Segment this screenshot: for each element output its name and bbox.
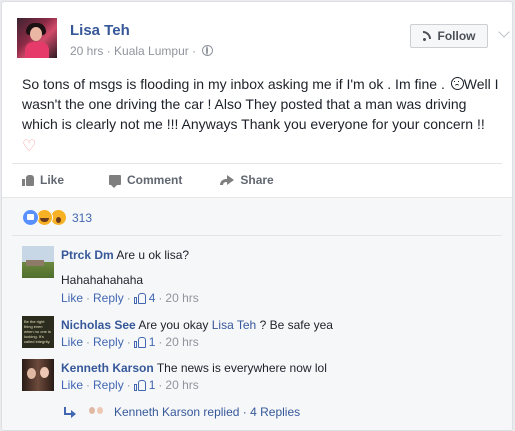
avatar-body [25,42,49,58]
author-avatar[interactable] [17,18,57,58]
commenter-avatar[interactable] [22,246,54,278]
thumbs-up-icon [133,336,146,348]
replier-name: Kenneth Karson [114,405,201,419]
heart-emoji: ♡ [22,138,37,155]
avatar-quote-text: Be the right thing even when no one is l… [24,319,51,344]
frown-emoji-icon [450,77,464,90]
chevron-down-icon[interactable] [498,26,510,38]
comment-item: Kenneth Karson The news is everywhere no… [22,359,502,399]
meta-separator-2: · [188,44,200,58]
share-button[interactable]: Share [220,173,274,187]
avatar-face [97,407,103,414]
dot-separator: · [158,378,163,392]
dot-separator: · [158,335,163,349]
reply-summary-text: Kenneth Karson replied · 4 Replies [114,405,300,419]
commenter-avatar[interactable] [22,359,54,391]
comment-like-link[interactable]: Like [61,291,83,305]
commenter-name[interactable]: Nicholas See [61,318,136,332]
like-button[interactable]: Like [22,173,64,187]
dot-separator: · [158,291,163,305]
rss-icon [422,31,433,41]
comment-time[interactable]: 20 hrs [165,335,198,349]
comment-body: Kenneth Karson The news is everywhere no… [61,360,327,376]
dot-separator: · [126,291,131,305]
comment-label: Comment [127,173,183,187]
comment-like-count[interactable]: 4 [149,291,156,305]
reply-arrow-icon [64,407,76,418]
commenter-name[interactable]: Kenneth Karson [61,361,154,375]
comment-reply-link[interactable]: Reply [93,335,124,349]
replied-word: replied [203,405,240,419]
avatar-face [27,368,36,379]
comment-like-count[interactable]: 1 [149,378,156,392]
reaction-count[interactable]: 313 [72,211,92,225]
comment-like-count[interactable]: 1 [149,335,156,349]
comments-section: 313 Ptrck Dm Are u ok lisa? Hahahahahaha… [2,197,512,430]
comment-like-link[interactable]: Like [61,335,83,349]
comment-body: Ptrck Dm Are u ok lisa? Hahahahahaha [61,247,189,288]
comment-time[interactable]: 20 hrs [165,378,198,392]
post-text: So tons of msgs is flooding in my inbox … [22,74,502,157]
comment-actions: Like · Reply · 4 · 20 hrs [61,291,199,305]
follow-button[interactable]: Follow [410,24,488,48]
dot-separator: · [126,335,131,349]
comment-actions: Like · Reply · 1 · 20 hrs [61,335,199,349]
comment-text-extra: Hahahahahaha [61,273,144,287]
follow-label: Follow [437,29,476,43]
avatar-face [40,367,49,378]
post-text-part-1: So tons of msgs is flooding in my inbox … [22,76,449,92]
like-label: Like [40,173,65,187]
comment-icon [109,175,122,188]
dot-separator: · [86,291,91,305]
divider [12,163,502,164]
avatar-face [89,407,95,414]
divider [12,235,502,236]
post-header: Lisa Teh 20 hrs · Kuala Lumpur · Follow [17,18,510,62]
dot-separator: · [86,335,91,349]
view-replies-link[interactable]: Kenneth Karson replied · 4 Replies [64,402,300,422]
post-actions: Like Comment Share [22,168,307,192]
commenter-avatar[interactable]: Be the right thing even when no one is l… [22,316,54,348]
comment-item: Ptrck Dm Are u ok lisa? Hahahahahaha Lik… [22,246,502,310]
comment-mention[interactable]: Lisa Teh [212,318,256,332]
reply-separator: · [239,405,251,419]
thumbs-up-icon [133,292,146,304]
comment-text-after: ? Be safe yea [256,318,333,332]
reactions-summary[interactable]: 313 [22,209,92,226]
comment-like-link[interactable]: Like [61,378,83,392]
comment-actions: Like · Reply · 1 · 20 hrs [61,378,199,392]
share-label: Share [240,173,274,187]
commenter-name[interactable]: Ptrck Dm [61,248,114,262]
post-time[interactable]: 20 hrs [70,44,103,58]
thumbs-up-icon [22,174,34,186]
post-card: Lisa Teh 20 hrs · Kuala Lumpur · Follow … [1,1,513,431]
comment-button[interactable]: Comment [109,173,183,188]
comment-text: Are you okay [138,318,212,332]
thumbs-up-icon [133,379,146,391]
comment-reply-link[interactable]: Reply [93,291,124,305]
share-arrow-icon [220,175,235,185]
post-location[interactable]: Kuala Lumpur [114,44,189,58]
dot-separator: · [126,378,131,392]
comment-text: The news is everywhere now lol [156,361,327,375]
comment-body: Nicholas See Are you okay Lisa Teh ? Be … [61,317,333,333]
comment-item: Be the right thing even when no one is l… [22,316,502,356]
comment-text: Are u ok lisa? [116,248,190,262]
avatar-face [30,27,42,41]
comment-time[interactable]: 20 hrs [165,291,198,305]
comment-reply-link[interactable]: Reply [93,378,124,392]
post-meta: 20 hrs · Kuala Lumpur · [70,44,214,58]
author-name[interactable]: Lisa Teh [70,22,130,39]
globe-icon [202,45,214,56]
meta-separator: · [103,44,115,58]
replier-avatar [86,402,106,422]
dot-separator: · [86,378,91,392]
like-reaction-icon [22,209,39,226]
reply-count: 4 Replies [250,405,301,419]
